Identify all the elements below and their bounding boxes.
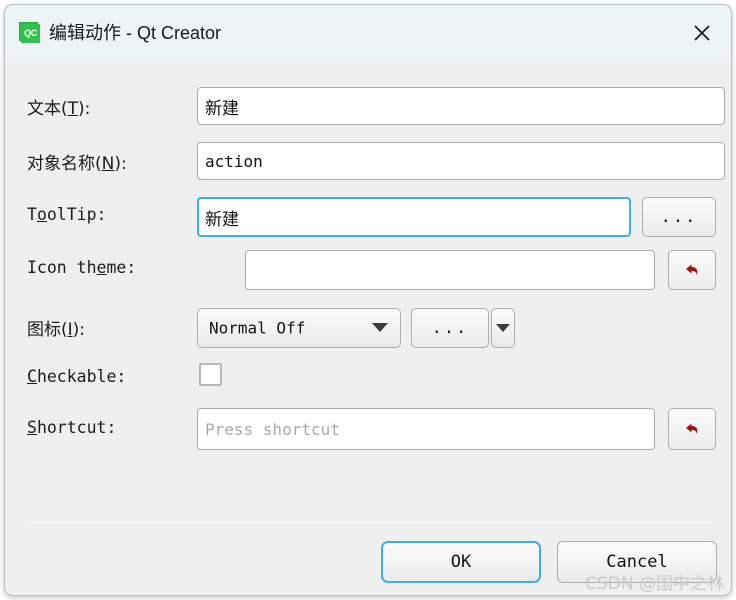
reset-arrow-icon xyxy=(669,260,715,280)
reset-arrow-icon xyxy=(669,419,715,439)
checkable-checkbox[interactable] xyxy=(199,363,222,386)
chevron-down-icon xyxy=(372,319,388,337)
ok-button[interactable]: OK xyxy=(381,541,541,583)
icon-state-value: Normal Off xyxy=(209,318,306,338)
app-icon-label: QC xyxy=(24,28,37,38)
shortcut-input[interactable] xyxy=(197,408,655,450)
cancel-button[interactable]: Cancel xyxy=(557,541,717,583)
shortcut-reset-button[interactable] xyxy=(668,408,716,450)
close-icon[interactable] xyxy=(673,5,731,60)
form-area: 文本(T): 对象名称(N): ToolTip: ... Icon theme: xyxy=(5,60,731,595)
icon-browse-button[interactable]: ... xyxy=(411,308,489,348)
label-text: 文本(T): xyxy=(27,99,91,119)
icon-browse-dropdown-button[interactable] xyxy=(491,308,515,348)
icon-state-combobox[interactable]: Normal Off xyxy=(197,308,401,348)
qt-creator-app-icon: QC xyxy=(19,22,40,43)
edit-action-dialog: QC 编辑动作 - Qt Creator 文本(T): 对象名称(N): Too… xyxy=(4,4,732,596)
object-name-input[interactable] xyxy=(197,142,725,180)
chevron-down-icon xyxy=(496,319,510,337)
tooltip-browse-button[interactable]: ... xyxy=(642,197,716,237)
label-shortcut: Shortcut: xyxy=(27,418,117,437)
icon-theme-reset-button[interactable] xyxy=(668,250,716,290)
title-bar: QC 编辑动作 - Qt Creator xyxy=(5,5,731,60)
text-input[interactable] xyxy=(197,87,725,125)
footer-separator xyxy=(27,522,713,523)
window-title: 编辑动作 - Qt Creator xyxy=(49,23,222,43)
label-object-name: 对象名称(N): xyxy=(27,154,127,174)
label-tooltip: ToolTip: xyxy=(27,205,107,224)
label-icon: 图标(I): xyxy=(27,320,86,340)
label-checkable: Checkable: xyxy=(27,367,127,386)
icon-theme-input[interactable] xyxy=(245,250,655,290)
tooltip-input[interactable] xyxy=(197,197,631,237)
label-icon-theme: Icon theme: xyxy=(27,258,137,277)
